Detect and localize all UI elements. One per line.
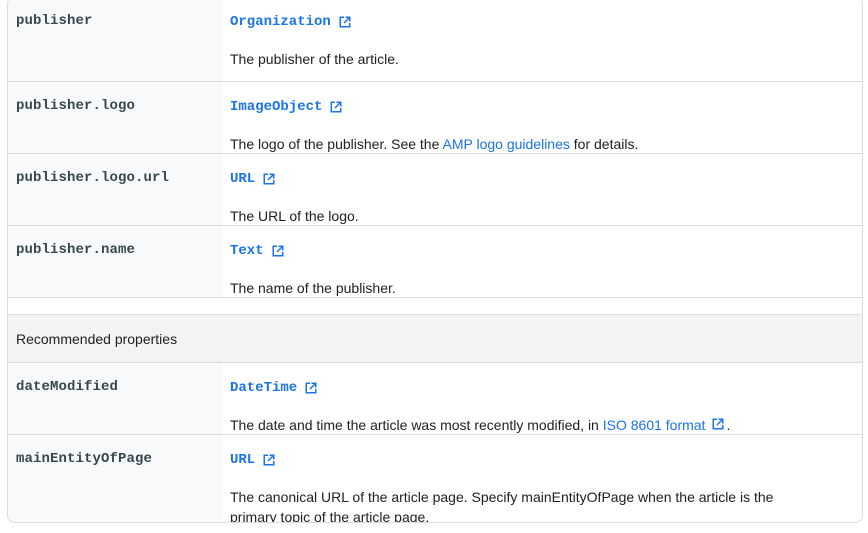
property-name-cell: publisher.logo xyxy=(8,82,222,153)
property-name: publisher.logo xyxy=(16,98,136,114)
open-in-new-icon[interactable] xyxy=(303,380,319,396)
property-description-cell: Organization The publisher of the articl… xyxy=(222,0,862,81)
property-description-cell: DateTime The date and time the article w… xyxy=(222,363,862,434)
property-name-cell: mainEntityOfPage xyxy=(8,435,222,522)
property-name: mainEntityOfPage xyxy=(16,451,153,467)
property-description-cell: URL The URL of the logo. xyxy=(222,154,862,225)
type-link-url[interactable]: URL xyxy=(230,171,255,187)
type-link-text[interactable]: Text xyxy=(230,243,264,259)
section-heading-label: Recommended properties xyxy=(16,330,178,347)
properties-table: publisher Organization The publisher of … xyxy=(7,0,863,523)
property-name-cell: dateModified xyxy=(8,363,222,434)
property-name-cell: publisher xyxy=(8,0,222,81)
table-spacer xyxy=(8,297,862,314)
iso-8601-format-link[interactable]: ISO 8601 format xyxy=(603,417,706,433)
property-description: The name of the publisher. xyxy=(230,280,396,296)
property-description: The date and time the article was most r… xyxy=(230,416,731,433)
open-in-new-icon[interactable] xyxy=(270,243,286,259)
table-row: publisher Organization The publisher of … xyxy=(8,0,862,81)
property-description: The logo of the publisher. See the AMP l… xyxy=(230,136,639,152)
table-row: publisher.name Text The name of the publ… xyxy=(8,225,862,297)
type-link-url[interactable]: URL xyxy=(230,452,255,468)
type-link-imageobject[interactable]: ImageObject xyxy=(230,99,322,115)
open-in-new-icon[interactable] xyxy=(261,171,277,187)
amp-logo-guidelines-link[interactable]: AMP logo guidelines xyxy=(443,136,570,152)
property-name-cell: publisher.logo.url xyxy=(8,154,222,225)
property-name: publisher.logo.url xyxy=(16,170,170,186)
property-description: The canonical URL of the article page. S… xyxy=(230,489,774,523)
table-row: publisher.logo ImageObject The logo of t… xyxy=(8,81,862,153)
open-in-new-icon[interactable] xyxy=(261,452,277,468)
table-row: dateModified DateTime The date and time … xyxy=(8,362,862,434)
property-name: dateModified xyxy=(16,379,119,395)
open-in-new-icon[interactable] xyxy=(710,416,726,432)
property-description-cell: ImageObject The logo of the publisher. S… xyxy=(222,82,862,153)
table-row: publisher.logo.url URL The URL of the lo… xyxy=(8,153,862,225)
property-description: The URL of the logo. xyxy=(230,208,359,224)
type-link-datetime[interactable]: DateTime xyxy=(230,380,297,396)
section-heading-recommended: Recommended properties xyxy=(8,314,862,362)
property-description: The publisher of the article. xyxy=(230,51,399,67)
property-name-cell: publisher.name xyxy=(8,226,222,297)
table-row: mainEntityOfPage URL The canonical URL o… xyxy=(8,434,862,523)
property-name: publisher xyxy=(16,13,93,29)
property-description-cell: URL The canonical URL of the article pag… xyxy=(222,435,862,523)
property-name: publisher.name xyxy=(16,242,136,258)
open-in-new-icon[interactable] xyxy=(328,99,344,115)
open-in-new-icon[interactable] xyxy=(337,14,353,30)
property-description-cell: Text The name of the publisher. xyxy=(222,226,862,297)
type-link-organization[interactable]: Organization xyxy=(230,14,331,30)
